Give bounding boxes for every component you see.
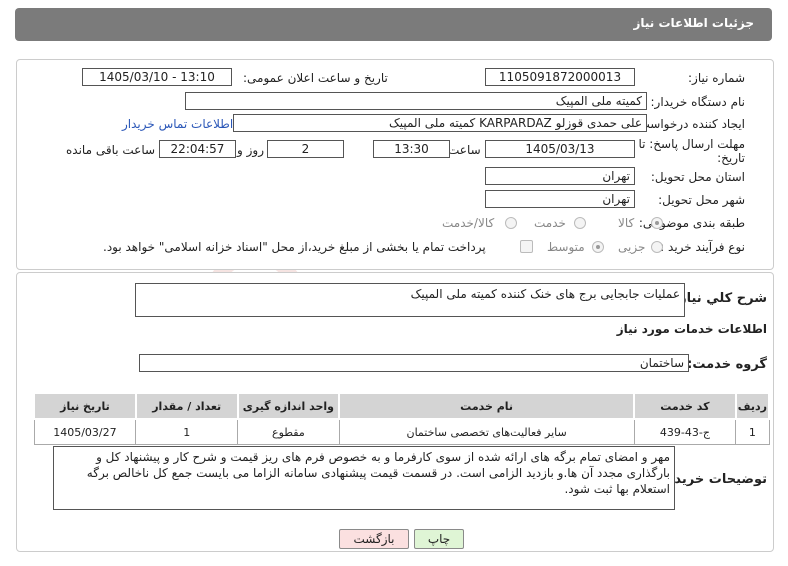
process-radio-medium[interactable] xyxy=(592,241,604,253)
services-table-header: ردیف کد خدمت نام خدمت واحد اندازه گیری ت… xyxy=(33,392,771,420)
need-number-field: 1105091872000013 xyxy=(485,68,635,86)
cell-row-number: 1 xyxy=(735,418,770,445)
service-group-field: ساختمان xyxy=(139,354,689,372)
page-title: جزئیات اطلاعات نیاز xyxy=(633,16,754,30)
summary-textarea: عملیات جابجایی برج های خنک کننده کمیته م… xyxy=(135,283,685,317)
deadline-date-field: 1405/03/13 xyxy=(485,140,635,158)
process-option-medium: متوسط xyxy=(547,240,585,254)
deadline-label-line2: تاریخ: xyxy=(717,151,745,165)
category-option-service: خدمت xyxy=(534,216,566,230)
buyer-notes-textarea: مهر و امضای تمام برگه های ارائه شده از س… xyxy=(53,446,675,510)
category-radio-goods[interactable] xyxy=(651,217,663,229)
announce-date-field: 1405/03/10 - 13:10 xyxy=(82,68,232,86)
service-group-label: گروه خدمت: xyxy=(687,357,767,372)
need-number-label: شماره نیاز: xyxy=(688,71,745,85)
city-field: تهران xyxy=(485,190,635,208)
table-row: 1 ج-43-439 سایر فعالیت‌های تخصصی ساختمان… xyxy=(33,418,770,445)
cell-service-name: سایر فعالیت‌های تخصصی ساختمان xyxy=(338,418,635,445)
col-need-date: تاریخ نیاز xyxy=(33,392,137,420)
cell-service-code: ج-43-439 xyxy=(633,418,737,445)
creator-label: ایجاد کننده درخواست: xyxy=(634,117,745,131)
treasury-payment-note: پرداخت تمام یا بخشی از مبلغ خرید،از محل … xyxy=(103,240,486,254)
category-radio-service[interactable] xyxy=(574,217,586,229)
col-quantity: تعداد / مقدار xyxy=(134,392,239,420)
cell-need-date: 1405/03/27 xyxy=(33,418,137,445)
remaining-time-label: ساعت باقی مانده xyxy=(66,143,156,157)
col-service-name: نام خدمت xyxy=(338,392,636,420)
process-radio-minor[interactable] xyxy=(651,241,663,253)
need-info-panel xyxy=(16,59,774,270)
process-label: نوع فرآیند خرید : xyxy=(660,240,745,254)
remaining-time-field: 22:04:57 xyxy=(159,140,236,158)
days-field: 2 xyxy=(267,140,344,158)
city-label: شهر محل تحویل: xyxy=(658,193,745,207)
province-label: استان محل تحویل: xyxy=(650,170,745,184)
category-option-goods: کالا xyxy=(618,216,635,230)
deadline-time-label: ساعت xyxy=(448,143,481,157)
page-header: جزئیات اطلاعات نیاز xyxy=(15,8,772,41)
col-unit: واحد اندازه گیری xyxy=(236,392,341,420)
services-table: ردیف کد خدمت نام خدمت واحد اندازه گیری ت… xyxy=(33,392,771,445)
cell-quantity: 1 xyxy=(135,418,239,445)
category-option-goods-service: کالا/خدمت xyxy=(442,216,495,230)
deadline-label-line1: مهلت ارسال پاسخ: تا xyxy=(638,137,745,151)
buyer-contact-link[interactable]: اطلاعات تماس خریدار xyxy=(122,117,233,131)
buyer-org-label: نام دستگاه خریدار: xyxy=(650,95,746,109)
cell-unit: مقطوع xyxy=(237,418,340,445)
back-button[interactable]: بازگشت xyxy=(339,529,409,549)
announce-date-label: تاریخ و ساعت اعلان عمومی: xyxy=(243,71,388,85)
print-button[interactable]: چاپ xyxy=(414,529,464,549)
col-service-code: کد خدمت xyxy=(633,392,737,420)
category-radio-goods-service[interactable] xyxy=(505,217,517,229)
creator-field: علی حمدی قوزلو KARPARDAZ کمیته ملی المپی… xyxy=(233,114,647,132)
days-label: روز و xyxy=(237,143,264,157)
deadline-time-field: 13:30 xyxy=(373,140,450,158)
summary-label: شرح کلي نياز: xyxy=(673,291,767,306)
province-field: تهران xyxy=(485,167,635,185)
col-row-number: ردیف xyxy=(734,392,771,420)
services-section-title: اطلاعات خدمات مورد نیاز xyxy=(616,322,767,336)
treasury-payment-checkbox[interactable] xyxy=(520,240,533,253)
process-option-minor: جزیی xyxy=(618,240,646,254)
buyer-org-field: کمیته ملی المپیک xyxy=(185,92,647,110)
